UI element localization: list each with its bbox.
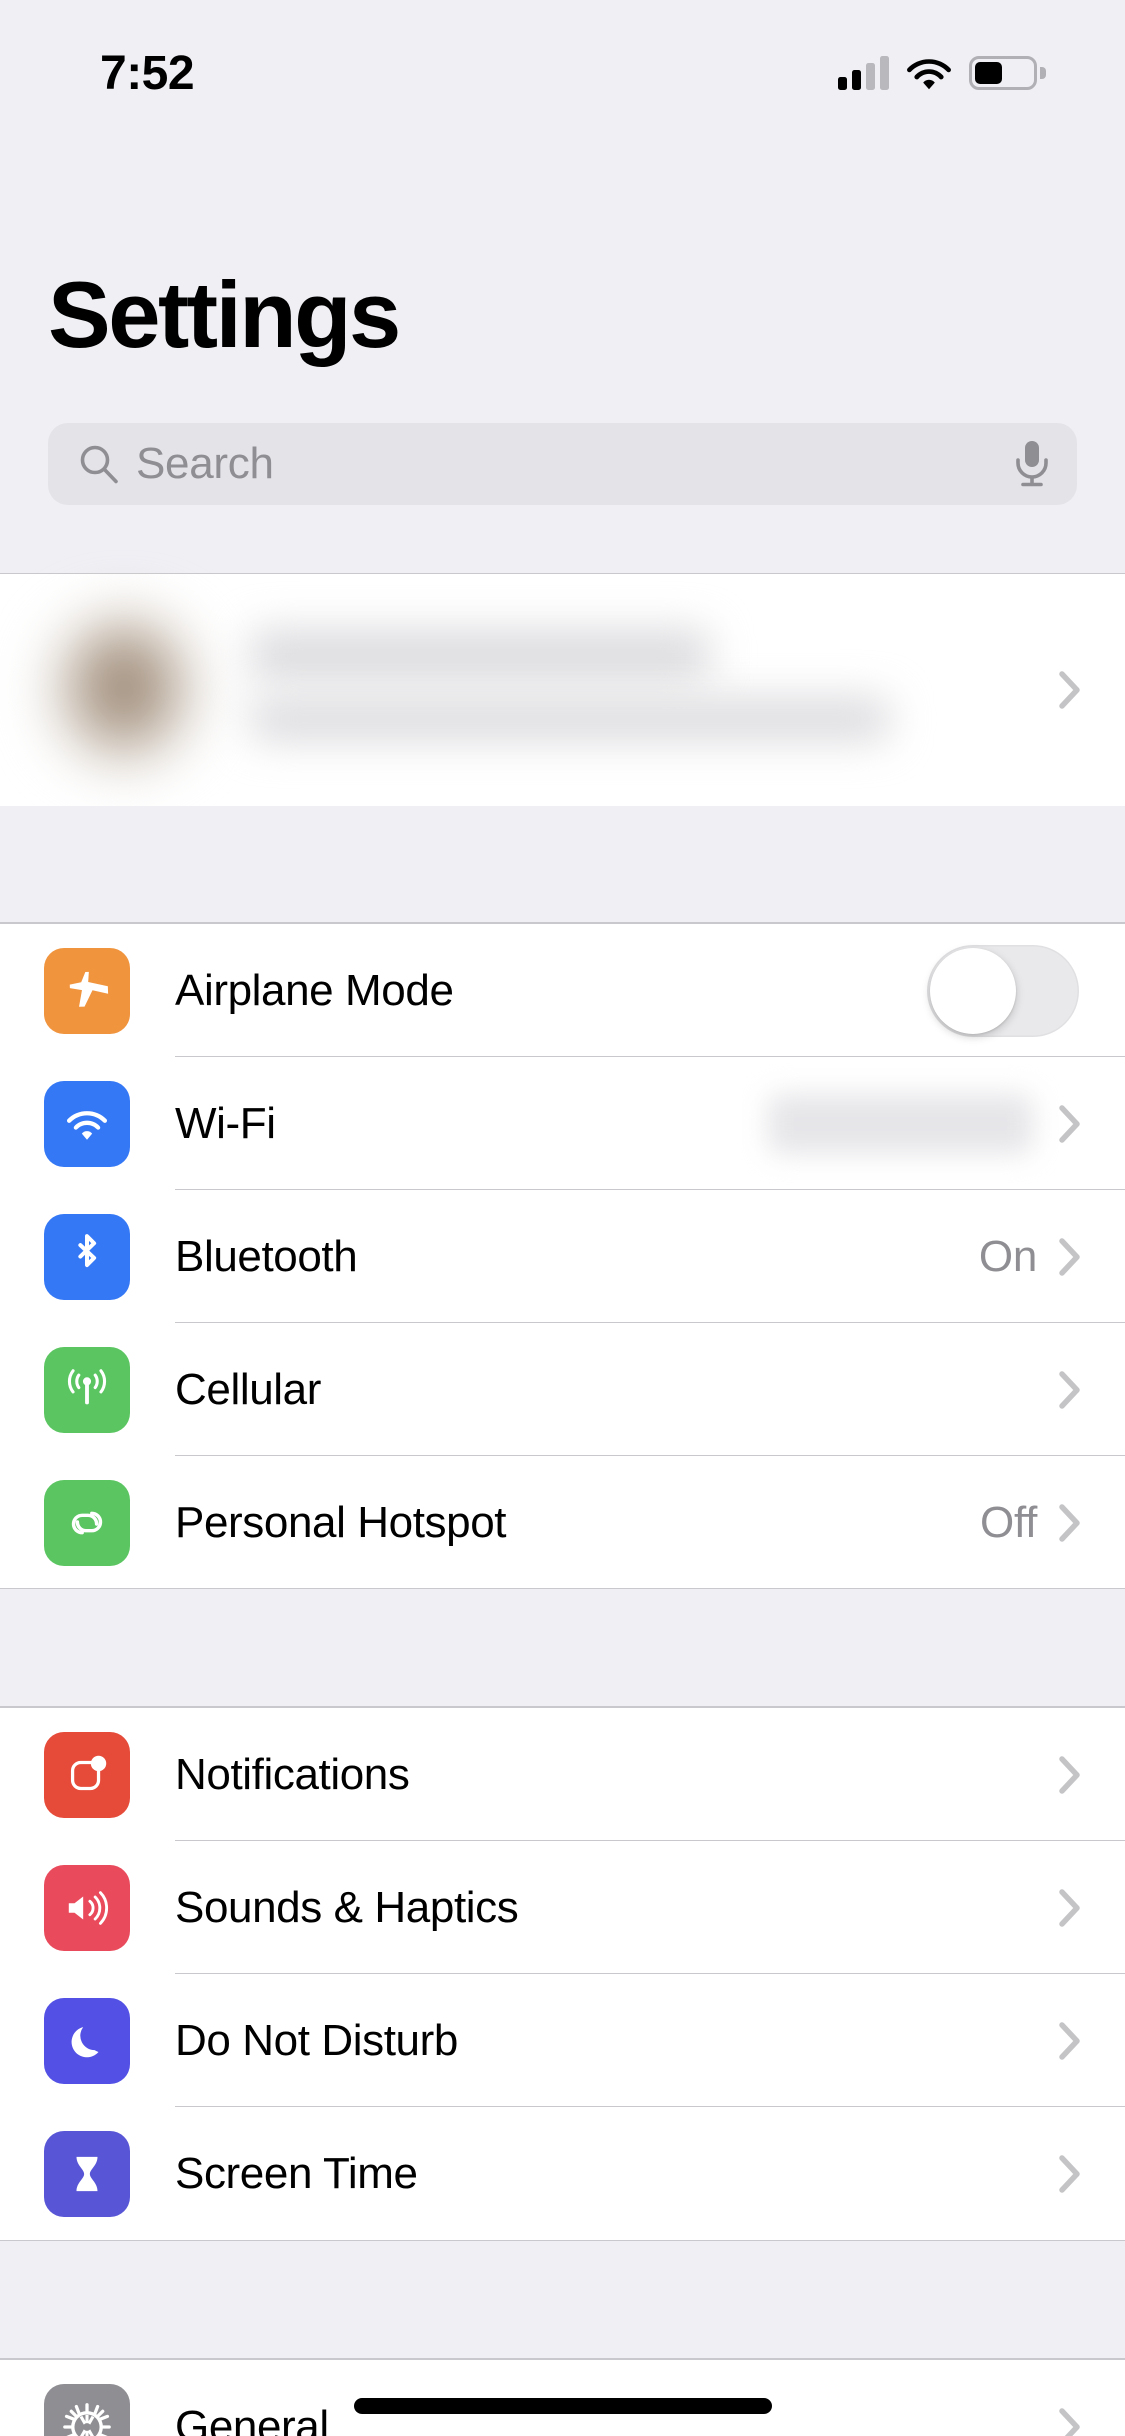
chevron-right-icon [1059, 1755, 1080, 1794]
chevron-right-icon [1059, 2021, 1080, 2060]
wifi-icon [907, 59, 951, 90]
chevron-right-icon [1059, 1888, 1080, 1927]
section-gap [0, 1589, 1125, 1707]
search-bar[interactable]: Search [48, 423, 1077, 505]
airplane-mode-toggle[interactable] [927, 944, 1079, 1037]
wifi-icon [44, 1080, 130, 1167]
battery-icon [969, 56, 1046, 90]
chevron-right-icon [1059, 1503, 1080, 1542]
chevron-right-icon [1059, 671, 1080, 709]
chevron-right-icon [1059, 1104, 1080, 1143]
hotspot-status-value: Off [980, 1497, 1037, 1547]
settings-row-label: Do Not Disturb [175, 2015, 458, 2065]
settings-row-label: Sounds & Haptics [175, 1882, 519, 1932]
apple-id-row[interactable] [0, 574, 1125, 806]
search-icon [80, 445, 118, 484]
chevron-right-icon [1059, 2154, 1080, 2193]
hourglass-icon [44, 2130, 130, 2217]
wifi-network-value-redacted [768, 1093, 1033, 1154]
chevron-right-icon [1059, 1370, 1080, 1409]
section-notifications: Notifications Sounds & Haptics Do Not Di… [0, 1708, 1125, 2240]
airplane-icon [44, 947, 130, 1034]
gear-icon [44, 2383, 130, 2436]
search-field[interactable]: Search [48, 423, 1077, 505]
chevron-right-icon [1059, 2407, 1080, 2436]
settings-row-label: Personal Hotspot [175, 1497, 507, 1547]
bluetooth-icon [44, 1213, 130, 1300]
notifications-icon [44, 1731, 130, 1818]
section-gap [0, 2241, 1125, 2359]
toggle-knob [930, 947, 1016, 1034]
settings-row-label: Cellular [175, 1364, 321, 1414]
search-input-placeholder[interactable]: Search [136, 439, 1013, 489]
section-gap [0, 806, 1125, 924]
hotspot-link-icon [44, 1479, 130, 1566]
speaker-icon [44, 1864, 130, 1951]
settings-row-cellular[interactable]: Cellular [0, 1323, 1125, 1456]
microphone-icon[interactable] [1013, 439, 1051, 489]
cellular-signal-icon [838, 56, 889, 90]
settings-row-notifications[interactable]: Notifications [0, 1708, 1125, 1841]
settings-row-label: Screen Time [175, 2148, 418, 2198]
settings-row-label: Bluetooth [175, 1231, 358, 1281]
settings-row-do-not-disturb[interactable]: Do Not Disturb [0, 1974, 1125, 2107]
settings-row-bluetooth[interactable]: Bluetooth On [0, 1190, 1125, 1323]
settings-screen: 7:52 Settings Search Airplane Mode Wi-Fi… [0, 0, 1125, 2436]
home-indicator [353, 2398, 772, 2414]
settings-row-screen-time[interactable]: Screen Time [0, 2107, 1125, 2240]
settings-row-airplane-mode[interactable]: Airplane Mode [0, 924, 1125, 1057]
settings-row-label: Notifications [175, 1749, 410, 1799]
status-bar-indicators [838, 56, 1046, 90]
cellular-antenna-icon [44, 1346, 130, 1433]
moon-icon [44, 1997, 130, 2084]
settings-row-label: Airplane Mode [175, 965, 454, 1015]
status-bar-time: 7:52 [100, 46, 195, 100]
page-title: Settings [48, 262, 401, 367]
status-bar: 7:52 [0, 0, 1125, 132]
settings-row-wifi[interactable]: Wi-Fi [0, 1057, 1125, 1190]
bluetooth-status-value: On [978, 1231, 1037, 1281]
settings-row-sounds-haptics[interactable]: Sounds & Haptics [0, 1841, 1125, 1974]
apple-id-text-redacted [250, 615, 1059, 765]
chevron-right-icon [1059, 1237, 1080, 1276]
section-connectivity: Airplane Mode Wi-Fi Bluetooth On Cellula… [0, 924, 1125, 1589]
settings-row-personal-hotspot[interactable]: Personal Hotspot Off [0, 1456, 1125, 1589]
settings-row-label: Wi-Fi [175, 1098, 276, 1148]
avatar [44, 610, 204, 770]
